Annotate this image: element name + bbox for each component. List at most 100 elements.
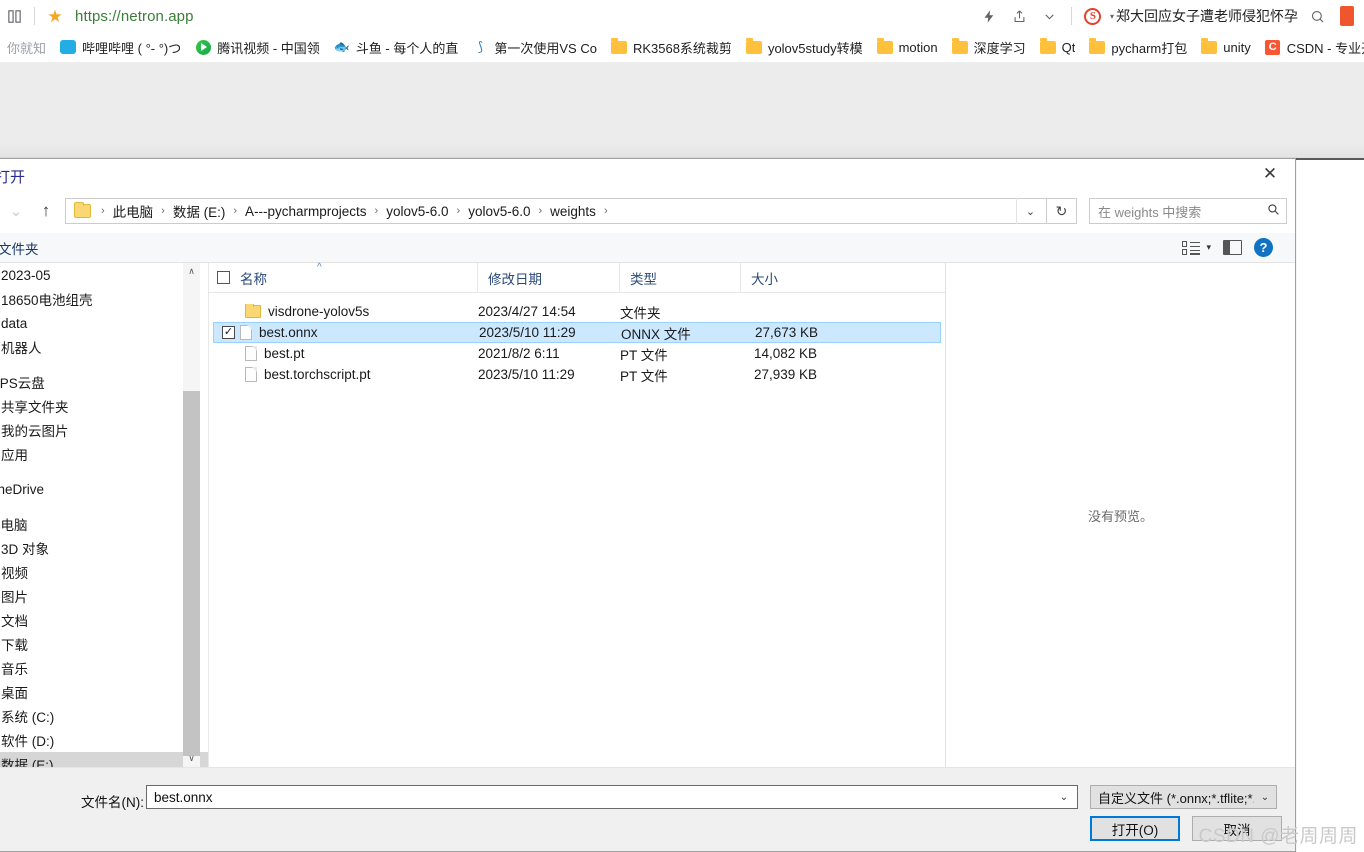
navigation-pane-scrollbar[interactable]: ∧ ∨ <box>183 263 200 767</box>
tree-item-label: 音乐 <box>1 658 28 678</box>
breadcrumb-item[interactable]: 数据 (E:) <box>171 201 228 221</box>
table-row[interactable]: ✓ best.onnx 2023/5/10 11:29 ONNX 文件 27,6… <box>213 322 941 343</box>
tree-item-label: 视频 <box>1 562 28 582</box>
tree-item-shared-folder[interactable]: 共享文件夹 <box>0 394 208 418</box>
view-list-icon <box>1182 241 1200 255</box>
extension-icon[interactable] <box>1332 2 1362 30</box>
bookmark-item[interactable]: 深度学习 <box>945 35 1033 59</box>
breadcrumb-item[interactable]: A---pycharmprojects <box>243 204 369 219</box>
search-input[interactable]: 在 weights 中搜索 <box>1089 198 1287 224</box>
bookmark-item[interactable]: ⟆ 第一次使用VS Co <box>465 35 604 59</box>
tree-item-apps[interactable]: 应用 <box>0 442 208 466</box>
bookmark-item[interactable]: Qt <box>1033 35 1083 59</box>
command-bar-right: ▾ ? <box>1182 238 1287 257</box>
row-checkbox[interactable]: ✓ <box>222 326 235 339</box>
bookmark-item[interactable]: unity <box>1194 35 1257 59</box>
tree-item-3d-objects[interactable]: 3D 对象 <box>0 536 208 560</box>
lightning-icon[interactable] <box>975 2 1005 30</box>
column-header-name[interactable]: 名称 ^ <box>209 263 477 293</box>
bookmark-item[interactable]: 🐟 斗鱼 - 每个人的直 <box>327 35 466 59</box>
tree-item-desktop[interactable]: 桌面 <box>0 680 208 704</box>
view-mode-control[interactable]: ▾ <box>1182 241 1211 255</box>
close-icon[interactable]: ✕ <box>1247 159 1293 189</box>
breadcrumb-item[interactable]: 此电脑 <box>111 201 156 221</box>
chevron-down-icon[interactable]: ⌄ <box>1051 786 1077 808</box>
table-row[interactable]: best.pt 2021/8/2 6:11 PT 文件 14,082 KB <box>213 343 941 364</box>
search-icon[interactable] <box>1302 2 1332 30</box>
scroll-up-icon[interactable]: ∧ <box>183 263 200 280</box>
toolbar-divider <box>34 7 35 25</box>
folder-icon <box>611 39 627 55</box>
breadcrumb-separator: › <box>598 205 614 217</box>
file-icon <box>245 346 257 361</box>
chevron-down-icon[interactable]: ⌄ <box>1016 198 1044 224</box>
bookmark-item[interactable]: 腾讯视频 - 中国领 <box>188 35 327 59</box>
tree-item-2023-05[interactable]: 2023-05 <box>0 263 208 287</box>
bookmark-item[interactable]: RK3568系统裁剪 <box>604 35 739 59</box>
row-checkbox[interactable] <box>227 305 240 318</box>
tree-item-music[interactable]: 音乐 <box>0 656 208 680</box>
breadcrumb[interactable]: › 此电脑 › 数据 (E:) › A---pycharmprojects › … <box>65 198 1047 224</box>
tree-item-onedrive[interactable]: OneDrive <box>0 477 208 501</box>
table-row[interactable]: best.torchscript.pt 2023/5/10 11:29 PT 文… <box>213 364 941 385</box>
share-icon[interactable] <box>1005 2 1035 30</box>
dialog-navigation-bar: ‹ › ⌄ ↑ › 此电脑 › 数据 (E:) › A---pycharmpro… <box>0 193 1295 229</box>
cancel-button[interactable]: 取消 <box>1192 816 1282 841</box>
table-row[interactable]: visdrone-yolov5s 2023/4/27 14:54 文件夹 <box>213 301 941 322</box>
tree-item-robot[interactable]: 机器人 <box>0 335 208 359</box>
tencent-video-favicon <box>195 39 211 55</box>
up-icon[interactable]: ↑ <box>31 196 61 226</box>
bookmark-item[interactable]: motion <box>870 35 945 59</box>
preview-pane-icon[interactable] <box>1223 240 1242 255</box>
scrollbar-thumb[interactable] <box>183 391 200 756</box>
star-icon[interactable]: ★ <box>41 2 69 30</box>
filename-input[interactable]: best.onnx ⌄ <box>146 785 1078 809</box>
reading-list-icon[interactable] <box>0 2 28 30</box>
bookmark-item[interactable]: 你就知 <box>0 35 53 59</box>
new-folder-button[interactable]: 新建文件夹 <box>0 238 39 258</box>
row-checkbox[interactable] <box>227 368 240 381</box>
row-checkbox[interactable] <box>227 347 240 360</box>
tree-item-pictures[interactable]: 图片 <box>0 584 208 608</box>
column-header-size[interactable]: 大小 <box>740 263 820 293</box>
breadcrumb-item[interactable]: yolov5-6.0 <box>466 204 532 219</box>
tree-item-documents[interactable]: 文档 <box>0 608 208 632</box>
bookmark-item[interactable]: yolov5study转模 <box>739 35 870 59</box>
tree-item-drive-c[interactable]: 系统 (C:) <box>0 704 208 728</box>
tree-item-drive-d[interactable]: 软件 (D:) <box>0 728 208 752</box>
tree-item-videos[interactable]: 视频 <box>0 560 208 584</box>
breadcrumb-separator: › <box>532 205 548 217</box>
bookmark-item[interactable]: pycharm打包 <box>1082 35 1194 59</box>
column-header-type[interactable]: 类型 <box>619 263 740 293</box>
filetype-select[interactable]: 自定义文件 (*.onnx;*.tflite;*.pt ⌄ <box>1090 785 1277 809</box>
sogou-icon[interactable]: S <box>1078 2 1108 30</box>
chevron-down-icon[interactable] <box>1035 2 1065 30</box>
url-text[interactable]: https://netron.app <box>69 8 194 25</box>
bookmark-item[interactable]: C CSDN - 专业开发 <box>1258 35 1364 59</box>
search-icon <box>1260 203 1286 219</box>
recent-locations-icon[interactable]: ⌄ <box>1 196 31 226</box>
file-type-cell: ONNX 文件 <box>621 323 742 343</box>
bookmark-item[interactable]: 哔哩哔哩 ( °- °)つ <box>53 35 188 59</box>
tree-item-data[interactable]: data <box>0 311 208 335</box>
tree-item-battery[interactable]: 18650电池组壳 <box>0 287 208 311</box>
tree-item-drive-e[interactable]: 数据 (E:) <box>0 752 208 767</box>
breadcrumb-item[interactable]: yolov5-6.0 <box>384 204 450 219</box>
tree-item-my-cloud-pictures[interactable]: 我的云图片 <box>0 418 208 442</box>
tree-item-label: 我的云图片 <box>1 420 69 440</box>
select-all-checkbox[interactable] <box>217 271 230 284</box>
column-header-date[interactable]: 修改日期 <box>477 263 619 293</box>
breadcrumb-item[interactable]: weights <box>548 204 598 219</box>
tree-item-label: 18650电池组壳 <box>1 289 93 309</box>
tree-item-this-pc[interactable]: 此电脑 <box>0 512 208 536</box>
breadcrumb-separator: › <box>369 205 385 217</box>
bookmark-label: 深度学习 <box>974 38 1026 57</box>
open-button[interactable]: 打开(O) <box>1090 816 1180 841</box>
hot-search-text[interactable]: 郑大回应女子遭老师侵犯怀孕 <box>1114 6 1302 26</box>
refresh-icon[interactable]: ↻ <box>1047 198 1077 224</box>
help-icon[interactable]: ? <box>1254 238 1273 257</box>
tree-item-wps-cloud[interactable]: WPS云盘 <box>0 370 208 394</box>
scroll-down-icon[interactable]: ∨ <box>183 750 200 767</box>
tree-item-downloads[interactable]: 下载 <box>0 632 208 656</box>
filename-value: best.onnx <box>147 790 213 805</box>
